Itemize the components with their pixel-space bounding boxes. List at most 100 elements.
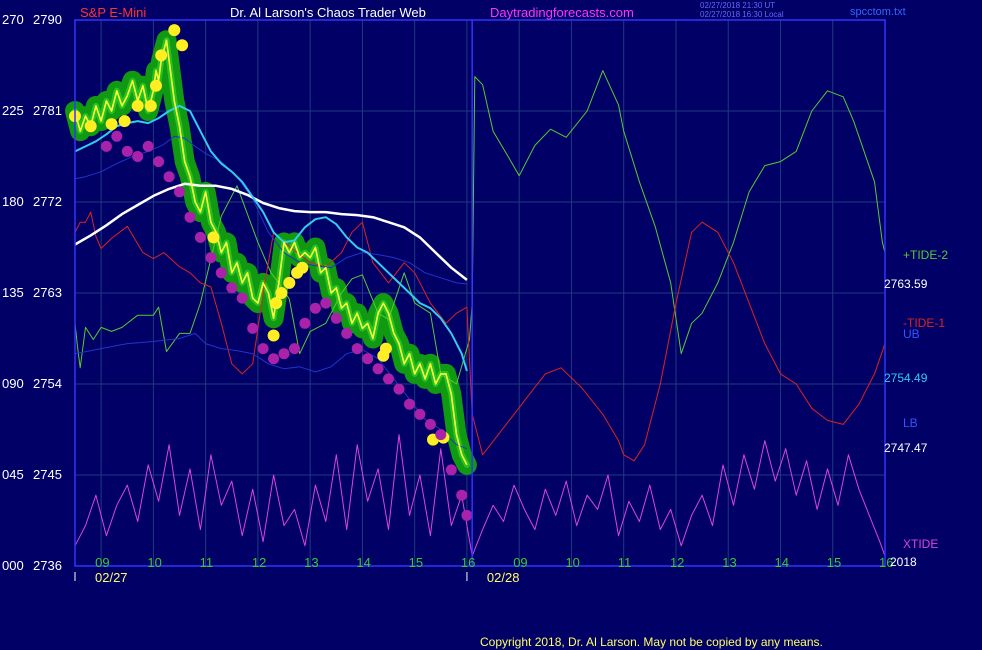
x-tick-hour: 14 [356, 555, 370, 570]
low-dot [205, 252, 217, 264]
low-dot [456, 489, 468, 501]
y-tick-osc: 090 [2, 376, 24, 391]
y-tick-price: 2754 [33, 376, 62, 391]
y-tick-price: 2763 [33, 285, 62, 300]
y-tick-price: 2790 [33, 12, 62, 27]
y-tick-osc: 270 [2, 12, 24, 27]
high-dot [155, 49, 168, 62]
price-label-lb: 2747.47 [884, 441, 928, 455]
year-label: 2018 [890, 555, 917, 569]
low-dot [121, 145, 133, 157]
low-dot [289, 343, 300, 355]
low-dot [132, 151, 144, 162]
low-dot [111, 130, 123, 142]
low-dot [362, 353, 374, 365]
low-dot [268, 353, 280, 365]
low-dot [163, 171, 175, 183]
high-dot [176, 39, 189, 52]
low-dot [194, 231, 206, 243]
low-dot [393, 383, 405, 395]
low-dot [278, 348, 290, 360]
low-dot [257, 343, 269, 355]
lb-label: LB [903, 416, 918, 430]
y-tick-osc: 135 [2, 285, 24, 300]
x-tick-hour: 14 [774, 555, 788, 570]
x-tick-hour: 13 [304, 555, 318, 570]
high-dot [168, 24, 181, 37]
y-tick-osc: 180 [2, 194, 24, 209]
y-tick-price: 2772 [33, 194, 62, 209]
x-tick-hour: 10 [147, 555, 161, 570]
timestamp-ut: 02/27/2018 21:30 UT [700, 1, 775, 10]
low-dot [226, 282, 238, 294]
x-tick-hour: 09 [95, 555, 109, 570]
high-dot [275, 287, 288, 299]
x-tick-hour: 15 [409, 555, 423, 570]
series-line-average-white [74, 182, 468, 281]
high-dot [118, 115, 131, 128]
high-dot [379, 342, 392, 355]
site-url[interactable]: Daytradingforecasts.com [490, 5, 634, 20]
low-dot [404, 398, 415, 410]
x-tick-hour: 10 [565, 555, 579, 570]
x-tick-hour: 12 [670, 555, 684, 570]
low-dot [142, 140, 154, 152]
low-dot [341, 327, 353, 339]
chart-stage: 270 2790 225 2781 180 2772 135 2763 090 2754 045 27… [0, 0, 982, 650]
site-title: Dr. Al Larson's Chaos Trader Web [230, 5, 426, 20]
high-dot [283, 276, 296, 289]
high-dot [131, 99, 144, 112]
y-tick-osc: 225 [2, 103, 24, 118]
series-lines [74, 39, 886, 557]
y-tick-price: 2781 [33, 103, 62, 118]
low-dot [383, 373, 394, 385]
instrument-title: S&P E-Mini [80, 5, 146, 20]
high-dot [150, 79, 162, 92]
timestamp-local: 02/27/2018 16:30 Local [700, 10, 784, 19]
x-date-label: 02/28 [487, 570, 520, 585]
x-tick-hour: 09 [513, 555, 527, 570]
low-dot [184, 211, 196, 223]
low-dot [445, 464, 457, 476]
low-dot [174, 186, 185, 198]
x-tick-hour: 11 [200, 555, 214, 570]
high-dot [207, 231, 220, 244]
x-tick-hour: 16 [461, 555, 475, 570]
series-line-xtide [74, 434, 886, 557]
low-dot [320, 297, 332, 309]
high-dot [267, 329, 280, 342]
low-dot [247, 322, 259, 334]
low-dot [153, 156, 165, 168]
ub-label: UB [903, 327, 920, 341]
low-dot [236, 292, 248, 304]
low-dot [424, 418, 436, 430]
y-tick-price: 2736 [33, 558, 62, 573]
grid [75, 20, 886, 566]
x-tick-hour: 13 [722, 555, 736, 570]
tide2-label: +TIDE-2 [903, 248, 948, 262]
y-tick-osc: 045 [2, 467, 24, 482]
copyright-footer: Copyright 2018, Dr. Al Larson. May not b… [480, 635, 823, 649]
low-dot [100, 140, 112, 152]
high-dot [296, 261, 309, 274]
low-dot [435, 429, 447, 441]
data-file-label: spcctom.txt [850, 6, 906, 18]
high-dot [144, 99, 157, 112]
x-date-label: 02/27 [95, 570, 128, 585]
low-dot [309, 302, 321, 314]
y-tick-osc: 000 [2, 558, 24, 573]
low-dot [215, 267, 227, 279]
xtide-label: XTIDE [903, 537, 938, 551]
low-dot [414, 408, 426, 420]
low-dot [330, 312, 342, 324]
y-tick-price: 2745 [33, 467, 62, 482]
low-dot [299, 317, 311, 329]
price-label-ub: 2763.59 [884, 277, 928, 291]
price-label-mid: 2754.49 [884, 371, 928, 385]
chaos-trader-chart: 270 2790 225 2781 180 2772 135 2763 090 2754 045 27… [2, 1, 948, 649]
low-dot [461, 509, 473, 521]
series-line-tide-1 [74, 211, 886, 462]
high-dot [105, 118, 118, 131]
x-tick-hour: 15 [827, 555, 841, 570]
low-dot [351, 343, 363, 355]
